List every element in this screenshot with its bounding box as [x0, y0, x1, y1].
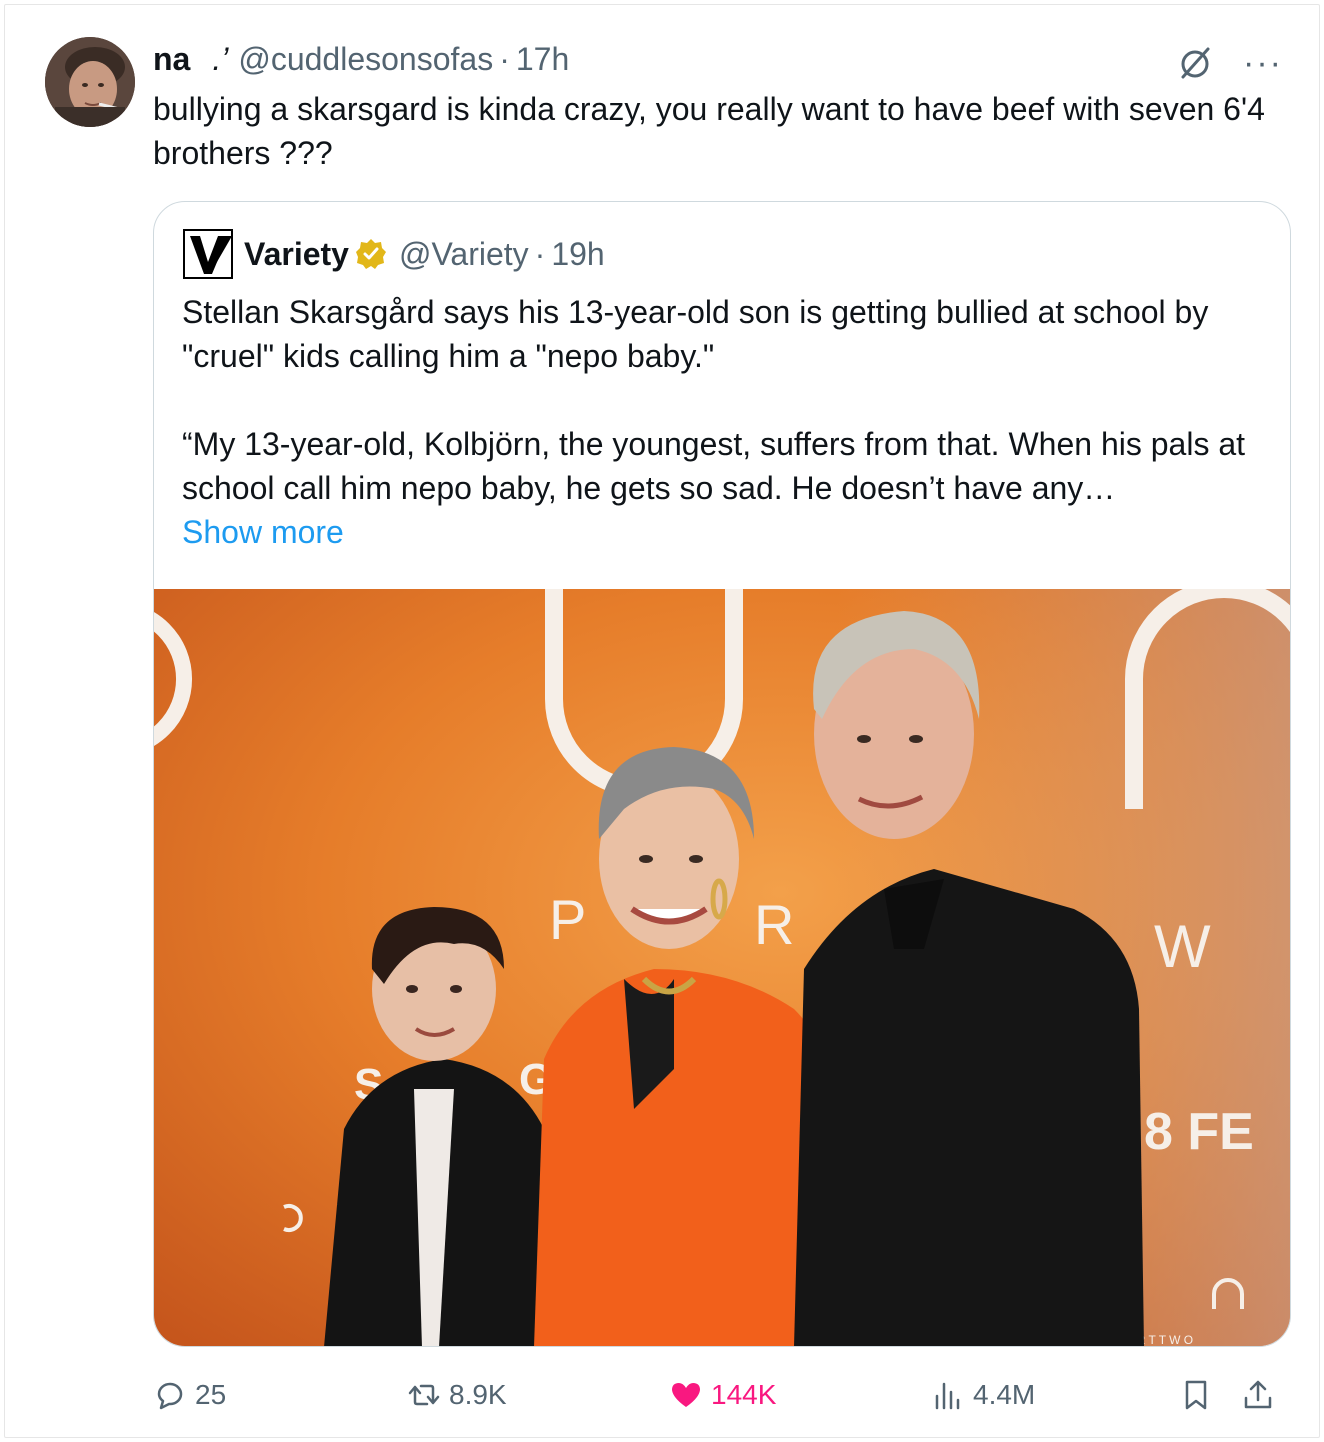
views-count: 4.4M — [973, 1379, 1036, 1410]
share-button[interactable] — [1241, 1375, 1283, 1415]
quoted-tweet[interactable]: Variety @Variety · 19h Stellan Skarsgård… — [153, 201, 1291, 1347]
retweet-icon — [408, 1384, 440, 1406]
tweet-actions: 25 8.9K 144K 4.4M — [153, 1375, 1293, 1415]
tweet-top-actions: ··· — [1175, 43, 1283, 83]
backdrop-letter: P — [549, 888, 586, 951]
retweet-count: 8.9K — [449, 1379, 507, 1410]
verified-badge-icon — [355, 239, 386, 269]
bookmark-icon — [1185, 1380, 1207, 1410]
reply-button[interactable]: 25 — [153, 1375, 226, 1415]
share-icon — [1244, 1380, 1272, 1409]
tweet-card[interactable]: na .’ @cuddlesonsofas · 17h ··· bullying… — [4, 4, 1320, 1438]
backdrop-letter: R — [754, 893, 794, 956]
like-button[interactable]: 144K — [669, 1375, 776, 1415]
views-button[interactable]: 4.4M — [931, 1375, 1035, 1415]
author-name-symbol: .’ — [212, 40, 229, 77]
quote-photo[interactable]: P R W S G 8 FE A R T T W O — [154, 589, 1290, 1346]
heart-icon — [672, 1383, 700, 1407]
grok-icon[interactable] — [1175, 43, 1215, 83]
quote-paragraph-2: “My 13-year-old, Kolbjörn, the youngest,… — [182, 426, 1246, 506]
quote-author-name[interactable]: Variety — [244, 236, 349, 273]
backdrop-letter: 8 FE — [1144, 1103, 1254, 1161]
quote-time[interactable]: 19h — [551, 236, 604, 273]
tweet-text: bullying a skarsgard is kinda crazy, you… — [153, 91, 1265, 171]
quote-text: Stellan Skarsgård says his 13-year-old s… — [182, 290, 1262, 510]
quote-paragraph-1: Stellan Skarsgård says his 13-year-old s… — [182, 294, 1209, 374]
tweet-header: na .’ @cuddlesonsofas · 17h — [153, 41, 569, 77]
reply-icon — [157, 1382, 183, 1410]
retweet-button[interactable]: 8.9K — [407, 1375, 507, 1415]
author-handle[interactable]: @cuddlesonsofas — [238, 41, 493, 78]
author-avatar[interactable] — [45, 37, 135, 127]
bookmark-button[interactable] — [1179, 1375, 1221, 1415]
tweet-time[interactable]: 17h — [516, 41, 569, 78]
show-more-link[interactable]: Show more — [182, 510, 344, 554]
reply-count: 25 — [195, 1379, 227, 1410]
variety-logo-avatar[interactable] — [182, 228, 234, 280]
separator-dot: · — [499, 40, 510, 77]
quote-header: Variety @Variety · 19h — [182, 228, 605, 280]
quote-author-handle[interactable]: @Variety — [399, 236, 529, 273]
backdrop-letter: W — [1154, 913, 1211, 980]
views-icon — [935, 1382, 960, 1410]
premiere-photo: P R W S G 8 FE A R T T W O — [154, 589, 1290, 1346]
avatar-image — [45, 37, 135, 127]
separator-dot: · — [534, 235, 546, 272]
more-icon[interactable]: ··· — [1243, 46, 1283, 80]
like-count: 144K — [711, 1379, 777, 1410]
author-name[interactable]: na — [153, 41, 190, 78]
